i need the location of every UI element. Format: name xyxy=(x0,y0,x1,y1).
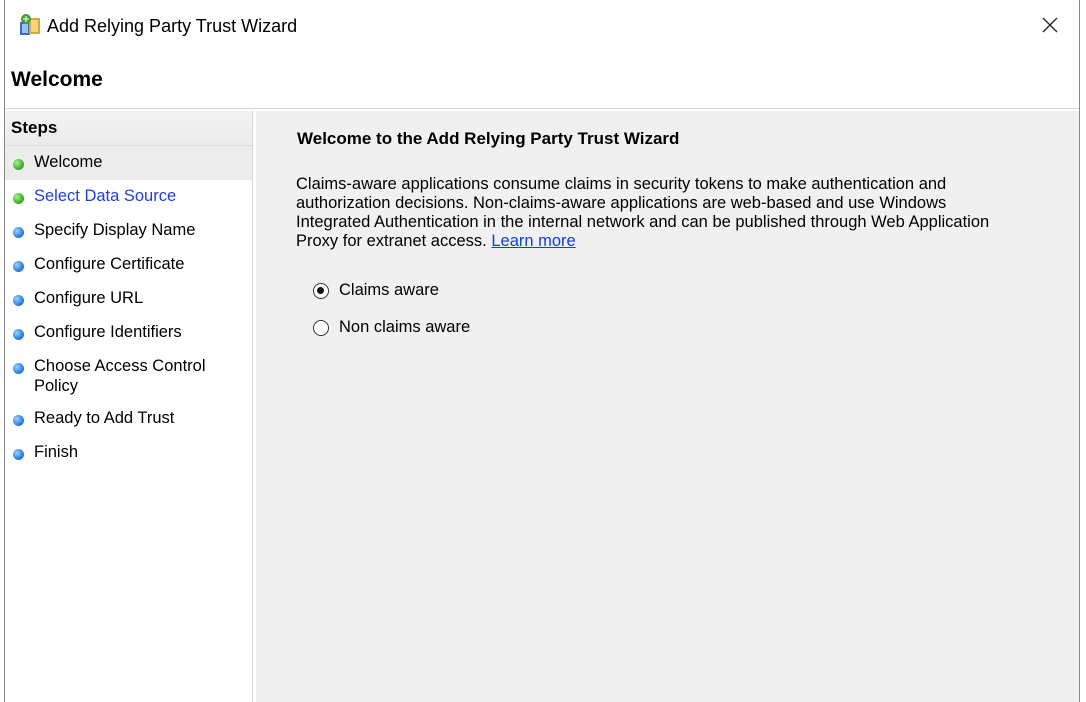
radio-checked-icon[interactable] xyxy=(313,282,329,299)
step-label: Finish xyxy=(34,443,79,461)
description-text: Claims-aware applications consume claims… xyxy=(296,175,990,250)
page-header: Welcome xyxy=(5,50,1079,109)
status-dot-blue-icon xyxy=(13,295,24,306)
content-title: Welcome to the Add Relying Party Trust W… xyxy=(297,129,680,148)
radio-unchecked-icon[interactable] xyxy=(313,319,329,336)
step-label: Select Data Source xyxy=(34,187,177,205)
step-label: Ready to Add Trust xyxy=(34,409,175,427)
step-select-data-source[interactable]: Select Data Source xyxy=(5,180,252,214)
description: Claims-aware applications consume claims… xyxy=(296,175,1016,251)
step-label: Specify Display Name xyxy=(34,221,196,239)
step-choose-access-control-policy[interactable]: Choose Access Control Policy xyxy=(5,350,252,402)
title-bar: Add Relying Party Trust Wizard xyxy=(5,0,1079,50)
wizard-app-icon xyxy=(20,14,40,35)
page-title: Welcome xyxy=(11,68,103,91)
status-dot-blue-icon xyxy=(13,449,24,460)
step-label: Configure Identifiers xyxy=(34,323,182,341)
learn-more-link[interactable]: Learn more xyxy=(491,232,575,250)
status-dot-blue-icon xyxy=(13,415,24,426)
wizard-window: Add Relying Party Trust Wizard Welcome S… xyxy=(4,0,1080,702)
step-label: Configure URL xyxy=(34,289,144,307)
option-label: Non claims aware xyxy=(339,318,471,336)
status-dot-blue-icon xyxy=(13,227,24,238)
content-panel: Welcome to the Add Relying Party Trust W… xyxy=(256,111,1079,702)
step-label: Choose Access Control Policy xyxy=(34,357,206,395)
step-specify-display-name[interactable]: Specify Display Name xyxy=(5,214,252,248)
window-title: Add Relying Party Trust Wizard xyxy=(47,16,298,36)
steps-sidebar: Steps Welcome Select Data Source Specify… xyxy=(5,111,253,702)
step-configure-url[interactable]: Configure URL xyxy=(5,282,252,316)
step-label: Welcome xyxy=(34,153,103,171)
status-dot-green-icon xyxy=(13,193,24,204)
steps-heading: Steps xyxy=(5,111,252,146)
step-configure-identifiers[interactable]: Configure Identifiers xyxy=(5,316,252,350)
close-icon xyxy=(1042,17,1058,33)
claims-aware-option[interactable]: Claims aware xyxy=(313,281,439,300)
status-dot-green-icon xyxy=(13,159,24,170)
status-dot-blue-icon xyxy=(13,329,24,340)
step-welcome[interactable]: Welcome xyxy=(5,146,252,180)
step-label: Configure Certificate xyxy=(34,255,185,273)
status-dot-blue-icon xyxy=(13,261,24,272)
non-claims-aware-option[interactable]: Non claims aware xyxy=(313,318,470,337)
step-ready-to-add-trust[interactable]: Ready to Add Trust xyxy=(5,402,252,436)
step-finish[interactable]: Finish xyxy=(5,436,252,470)
close-button[interactable] xyxy=(1021,0,1079,50)
option-label: Claims aware xyxy=(339,281,439,299)
status-dot-blue-icon xyxy=(13,363,24,374)
step-configure-certificate[interactable]: Configure Certificate xyxy=(5,248,252,282)
